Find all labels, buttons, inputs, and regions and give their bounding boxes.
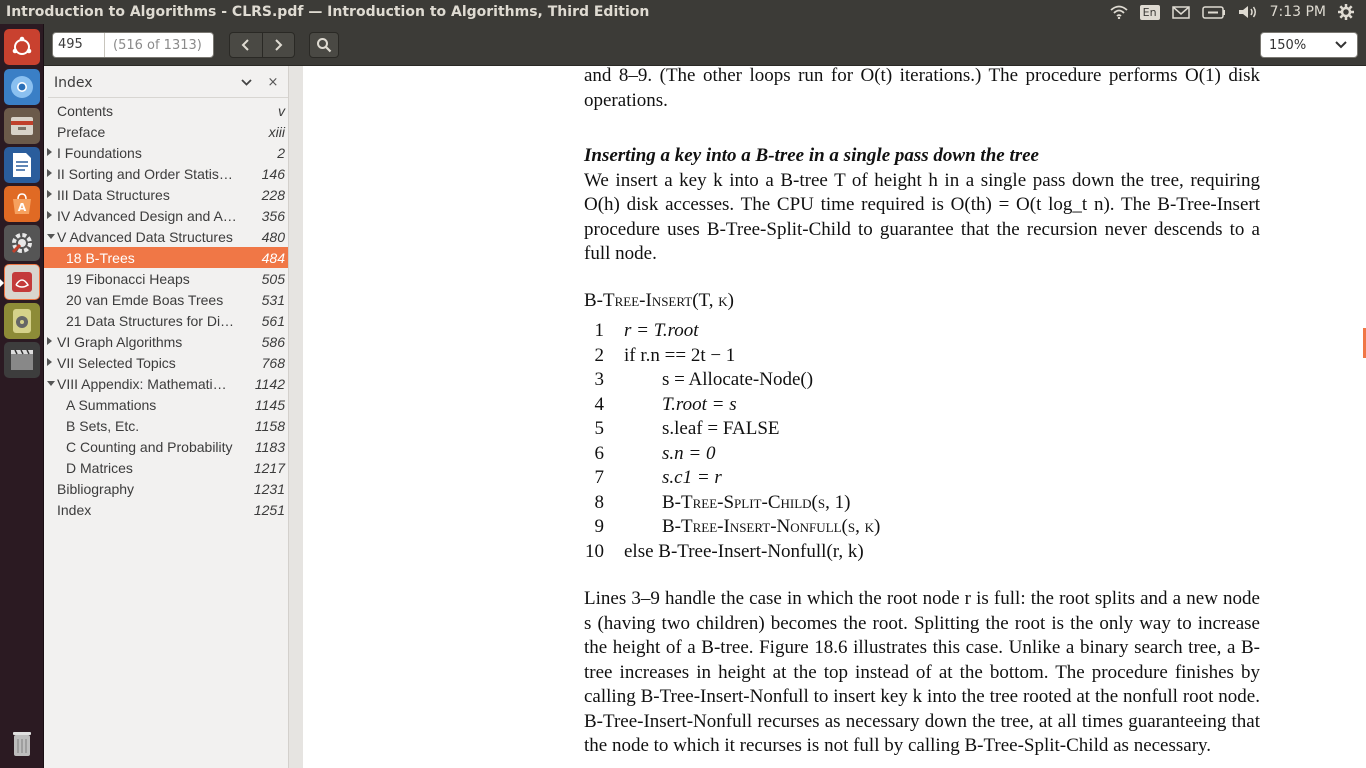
window-title: Introduction to Algorithms - CLRS.pdf — … xyxy=(6,4,650,20)
gear-icon[interactable] xyxy=(1332,0,1360,24)
clock[interactable]: 7:13 PM xyxy=(1264,0,1332,24)
toc-item[interactable]: Preface xiii xyxy=(44,121,288,142)
chromium-icon[interactable] xyxy=(4,69,40,105)
toc-item[interactable]: VI Graph Algorithms 586 xyxy=(44,331,288,352)
toc-item[interactable]: V Advanced Data Structures 480 xyxy=(44,226,288,247)
chevron-down-icon[interactable] xyxy=(234,79,258,86)
toc-item-selected[interactable]: 18 B-Trees 484 xyxy=(44,247,288,268)
ubuntu-dash-icon[interactable] xyxy=(4,29,40,65)
zoom-select[interactable]: 150% xyxy=(1260,32,1358,58)
index-tree: Contents v Preface xiii I Foundations 2 II … xyxy=(44,100,288,520)
system-settings-icon[interactable] xyxy=(4,225,40,261)
page-count-label: (516 of 1313) xyxy=(113,37,202,53)
toc-item[interactable]: B Sets, Etc. 1158 xyxy=(44,415,288,436)
toc-item[interactable]: III Data Structures 228 xyxy=(44,184,288,205)
code-line: 2 if r.n == 2t − 1 xyxy=(594,344,736,366)
toc-item[interactable]: 21 Data Structures for Di… 561 xyxy=(44,310,288,331)
expander-icon[interactable] xyxy=(47,211,52,219)
libreoffice-writer-icon[interactable] xyxy=(4,147,40,183)
expander-icon[interactable] xyxy=(47,381,55,386)
svg-text:A: A xyxy=(18,201,27,214)
sidebar-close-button[interactable]: × xyxy=(258,75,288,90)
indicator-area: En 7:13 PM xyxy=(1104,0,1360,24)
battery-icon[interactable] xyxy=(1196,0,1232,24)
sidebar: Index × Contents v Preface xiii I Foundati… xyxy=(44,66,288,768)
toc-item[interactable]: C Counting and Probability 1183 xyxy=(44,436,288,457)
launcher: A xyxy=(0,24,44,768)
page-nav-group xyxy=(229,32,295,58)
wifi-icon[interactable] xyxy=(1104,0,1134,24)
chevron-left-icon xyxy=(241,39,249,51)
document-page: and 8–9. (The other loops run for O(t) i… xyxy=(584,66,1260,759)
toc-item[interactable]: D Matrices 1217 xyxy=(44,457,288,478)
sidebar-mode-select[interactable]: Index xyxy=(48,75,234,91)
sidebar-pane-divider[interactable] xyxy=(288,66,303,768)
top-panel: Introduction to Algorithms - CLRS.pdf — … xyxy=(0,0,1366,24)
pseudocode-block: 1r = T.root 2 if r.n == 2t − 1 3s = Alloc… xyxy=(584,319,1260,564)
code-line: 6 s.n = 0 xyxy=(594,442,716,464)
expander-icon[interactable] xyxy=(47,234,55,239)
toc-item[interactable]: IV Advanced Design and A… 356 xyxy=(44,205,288,226)
mail-icon[interactable] xyxy=(1166,0,1196,24)
code-line: 3s = Allocate-Node() xyxy=(594,369,814,390)
code-line: 4 T.root = s xyxy=(594,393,737,415)
trash-icon[interactable] xyxy=(4,726,40,762)
toc-item[interactable]: Index 1251 xyxy=(44,499,288,520)
running-indicator xyxy=(0,279,4,287)
chevron-right-icon xyxy=(275,39,283,51)
sidebar-header: Index × xyxy=(48,68,288,98)
procedure-title: B-Tree-Insert(T, k) xyxy=(584,289,734,311)
zoom-value: 150% xyxy=(1269,37,1307,53)
code-line: 10 else B-Tree-Insert-Nonfull(r, k) xyxy=(585,540,864,562)
expander-icon[interactable] xyxy=(47,358,52,366)
previous-page-button[interactable] xyxy=(230,33,262,57)
toc-item[interactable]: I Foundations 2 xyxy=(44,142,288,163)
toc-item[interactable]: VII Selected Topics 768 xyxy=(44,352,288,373)
paragraph: and 8–9. (The other loops run for O(t) i… xyxy=(584,66,1260,111)
toolbar: 495 (516 of 1313) 150% xyxy=(44,24,1366,66)
expander-icon[interactable] xyxy=(47,148,52,156)
videos-icon[interactable] xyxy=(4,342,40,378)
code-line: 8 B-Tree-Split-Child(s, 1) xyxy=(594,491,851,513)
code-line: 9 B-Tree-Insert-Nonfull(s, k) xyxy=(594,516,881,537)
toc-item[interactable]: II Sorting and Order Statis… 146 xyxy=(44,163,288,184)
toc-item[interactable]: Bibliography 1231 xyxy=(44,478,288,499)
toc-item[interactable]: A Summations 1145 xyxy=(44,394,288,415)
expander-icon[interactable] xyxy=(47,190,52,198)
toc-item[interactable]: 20 van Emde Boas Trees 531 xyxy=(44,289,288,310)
document-viewer-icon[interactable] xyxy=(4,264,40,300)
rhythmbox-icon[interactable] xyxy=(4,303,40,339)
search-icon xyxy=(317,38,332,53)
page-number-input[interactable]: 495 xyxy=(53,33,105,57)
expander-icon[interactable] xyxy=(47,169,52,177)
software-center-icon[interactable]: A xyxy=(4,186,40,222)
files-icon[interactable] xyxy=(4,108,40,144)
chevron-down-icon xyxy=(1335,41,1347,49)
paragraph: Lines 3–9 handle the case in which the r… xyxy=(584,588,1260,756)
keyboard-language-indicator[interactable]: En xyxy=(1134,0,1166,24)
paragraph: We insert a key k into a B-tree T of hei… xyxy=(584,169,1260,265)
document-view[interactable]: and 8–9. (The other loops run for O(t) i… xyxy=(303,66,1366,768)
search-button[interactable] xyxy=(309,32,339,58)
section-heading: Inserting a key into a B-tree in a singl… xyxy=(584,145,1039,166)
code-line: 5 s.leaf = FALSE xyxy=(594,418,780,439)
code-line: 7 s.c1 = r xyxy=(594,467,722,488)
toc-item[interactable]: 19 Fibonacci Heaps 505 xyxy=(44,268,288,289)
toc-item[interactable]: VIII Appendix: Mathemati… 1142 xyxy=(44,373,288,394)
page-entry[interactable]: 495 (516 of 1313) xyxy=(52,32,214,58)
toc-item[interactable]: Contents v xyxy=(44,100,288,121)
code-line: 1r = T.root xyxy=(594,320,699,341)
volume-icon[interactable] xyxy=(1232,0,1264,24)
expander-icon[interactable] xyxy=(47,337,52,345)
next-page-button[interactable] xyxy=(261,33,294,57)
